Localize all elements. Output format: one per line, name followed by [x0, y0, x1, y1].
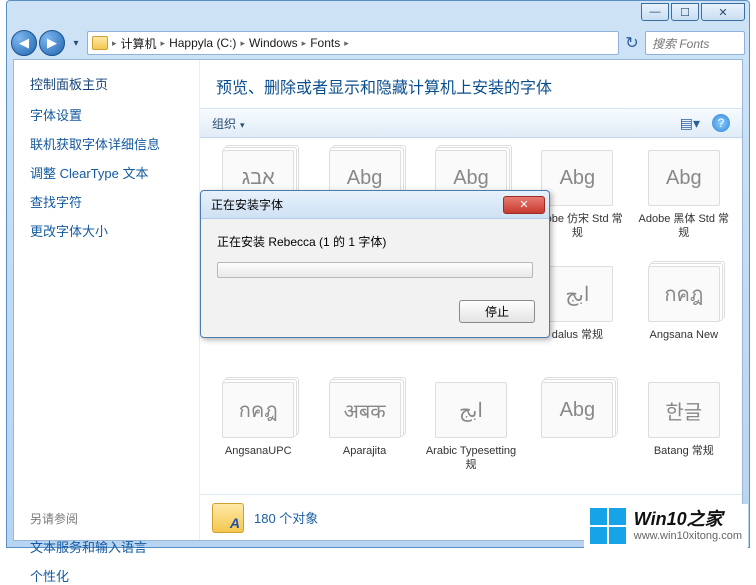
stop-button[interactable]: 停止	[459, 300, 535, 323]
font-label: dalus 常规	[552, 328, 603, 342]
font-item[interactable]: Abg Adobe 黑体 Std 常规	[634, 150, 734, 260]
sidebar-link[interactable]: 调整 ClearType 文本	[30, 163, 183, 182]
font-item[interactable]: Abg	[527, 382, 627, 492]
font-thumb: 한글	[648, 382, 720, 438]
font-thumb: Abg	[541, 382, 613, 438]
fonts-folder-icon	[212, 503, 244, 533]
watermark-url: www.win10xitong.com	[634, 530, 742, 542]
title-bar: — ☐ ✕	[7, 1, 749, 27]
dialog-body: 正在安装 Rebecca (1 的 1 字体)	[201, 219, 549, 290]
organize-dropdown[interactable]: 组织	[212, 115, 245, 132]
font-label: Batang 常规	[654, 444, 714, 458]
sidebar-header: 控制面板主页	[30, 74, 183, 93]
sidebar-link[interactable]: 查找字符	[30, 192, 183, 211]
command-bar: 组织 ▤▾ ?	[200, 108, 742, 138]
font-item[interactable]: 한글 Batang 常规	[634, 382, 734, 492]
forward-button[interactable]: ▶	[39, 30, 65, 56]
progress-bar	[217, 262, 533, 278]
nav-toolbar: ◀ ▶ ▾ ▸ 计算机▸ Happyla (C:)▸ Windows▸ Font…	[7, 27, 749, 59]
font-thumb: अबक	[329, 382, 401, 438]
chevron-right-icon: ▸	[112, 38, 117, 49]
sidebar-link[interactable]: 字体设置	[30, 105, 183, 124]
font-thumb: กคฎ	[222, 382, 294, 438]
font-item[interactable]: กคฎ AngsanaUPC	[208, 382, 308, 492]
caption-buttons: — ☐ ✕	[641, 3, 745, 21]
folder-icon	[92, 36, 108, 50]
watermark: Win10之家 www.win10xitong.com	[584, 504, 748, 548]
font-item[interactable]: ابج Arabic Typesetting 规	[421, 382, 521, 492]
font-thumb: Abg	[541, 150, 613, 206]
sidebar-link[interactable]: 联机获取字体详细信息	[30, 134, 183, 153]
breadcrumb[interactable]: Windows▸	[249, 36, 306, 50]
font-thumb: กคฎ	[648, 266, 720, 322]
font-thumb: Abg	[648, 150, 720, 206]
sidebar-link[interactable]: 个性化	[30, 566, 183, 585]
close-button[interactable]: ✕	[701, 3, 745, 21]
dialog-close-button[interactable]: ✕	[503, 196, 545, 214]
font-label: Aparajita	[343, 444, 386, 458]
view-options-icon[interactable]: ▤▾	[680, 115, 700, 132]
help-icon[interactable]: ?	[712, 114, 730, 132]
sidebar-link[interactable]: 文本服务和输入语言	[30, 537, 183, 556]
windows-logo-icon	[590, 508, 626, 544]
dialog-message: 正在安装 Rebecca (1 的 1 字体)	[217, 233, 533, 250]
page-title: 预览、删除或者显示和隐藏计算机上安装的字体	[216, 74, 726, 98]
address-bar[interactable]: ▸ 计算机▸ Happyla (C:)▸ Windows▸ Fonts▸	[87, 31, 619, 55]
maximize-button[interactable]: ☐	[671, 3, 699, 21]
watermark-title: Win10之家	[634, 510, 742, 530]
breadcrumb[interactable]: Happyla (C:)▸	[169, 36, 245, 50]
font-thumb: ابج	[541, 266, 613, 322]
object-count: 180 个对象	[254, 508, 318, 527]
dialog-title: 正在安装字体	[211, 196, 283, 213]
font-label: Angsana New	[650, 328, 719, 342]
breadcrumb[interactable]: Fonts▸	[310, 36, 349, 50]
sidebar-link[interactable]: 更改字体大小	[30, 221, 183, 240]
install-font-dialog: 正在安装字体 ✕ 正在安装 Rebecca (1 的 1 字体) 停止	[200, 190, 550, 338]
content-header: 预览、删除或者显示和隐藏计算机上安装的字体	[200, 60, 742, 108]
search-input[interactable]: 搜索 Fonts	[645, 31, 745, 55]
font-item[interactable]: กคฎ Angsana New	[634, 266, 734, 376]
minimize-button[interactable]: —	[641, 3, 669, 21]
history-dropdown[interactable]: ▾	[67, 30, 85, 56]
dialog-title-bar: 正在安装字体 ✕	[201, 191, 549, 219]
breadcrumb[interactable]: 计算机▸	[121, 35, 166, 52]
sidebar: 控制面板主页 字体设置 联机获取字体详细信息 调整 ClearType 文本 查…	[14, 60, 200, 540]
font-thumb: ابج	[435, 382, 507, 438]
font-label: AngsanaUPC	[225, 444, 292, 458]
back-button[interactable]: ◀	[11, 30, 37, 56]
dialog-button-row: 停止	[201, 290, 549, 337]
font-label: Adobe 黑体 Std 常规	[634, 212, 734, 241]
refresh-button[interactable]: ↻	[621, 32, 643, 54]
see-also-header: 另请参阅	[30, 510, 183, 527]
font-label: Arabic Typesetting 规	[421, 444, 521, 473]
font-item[interactable]: अबक Aparajita	[314, 382, 414, 492]
